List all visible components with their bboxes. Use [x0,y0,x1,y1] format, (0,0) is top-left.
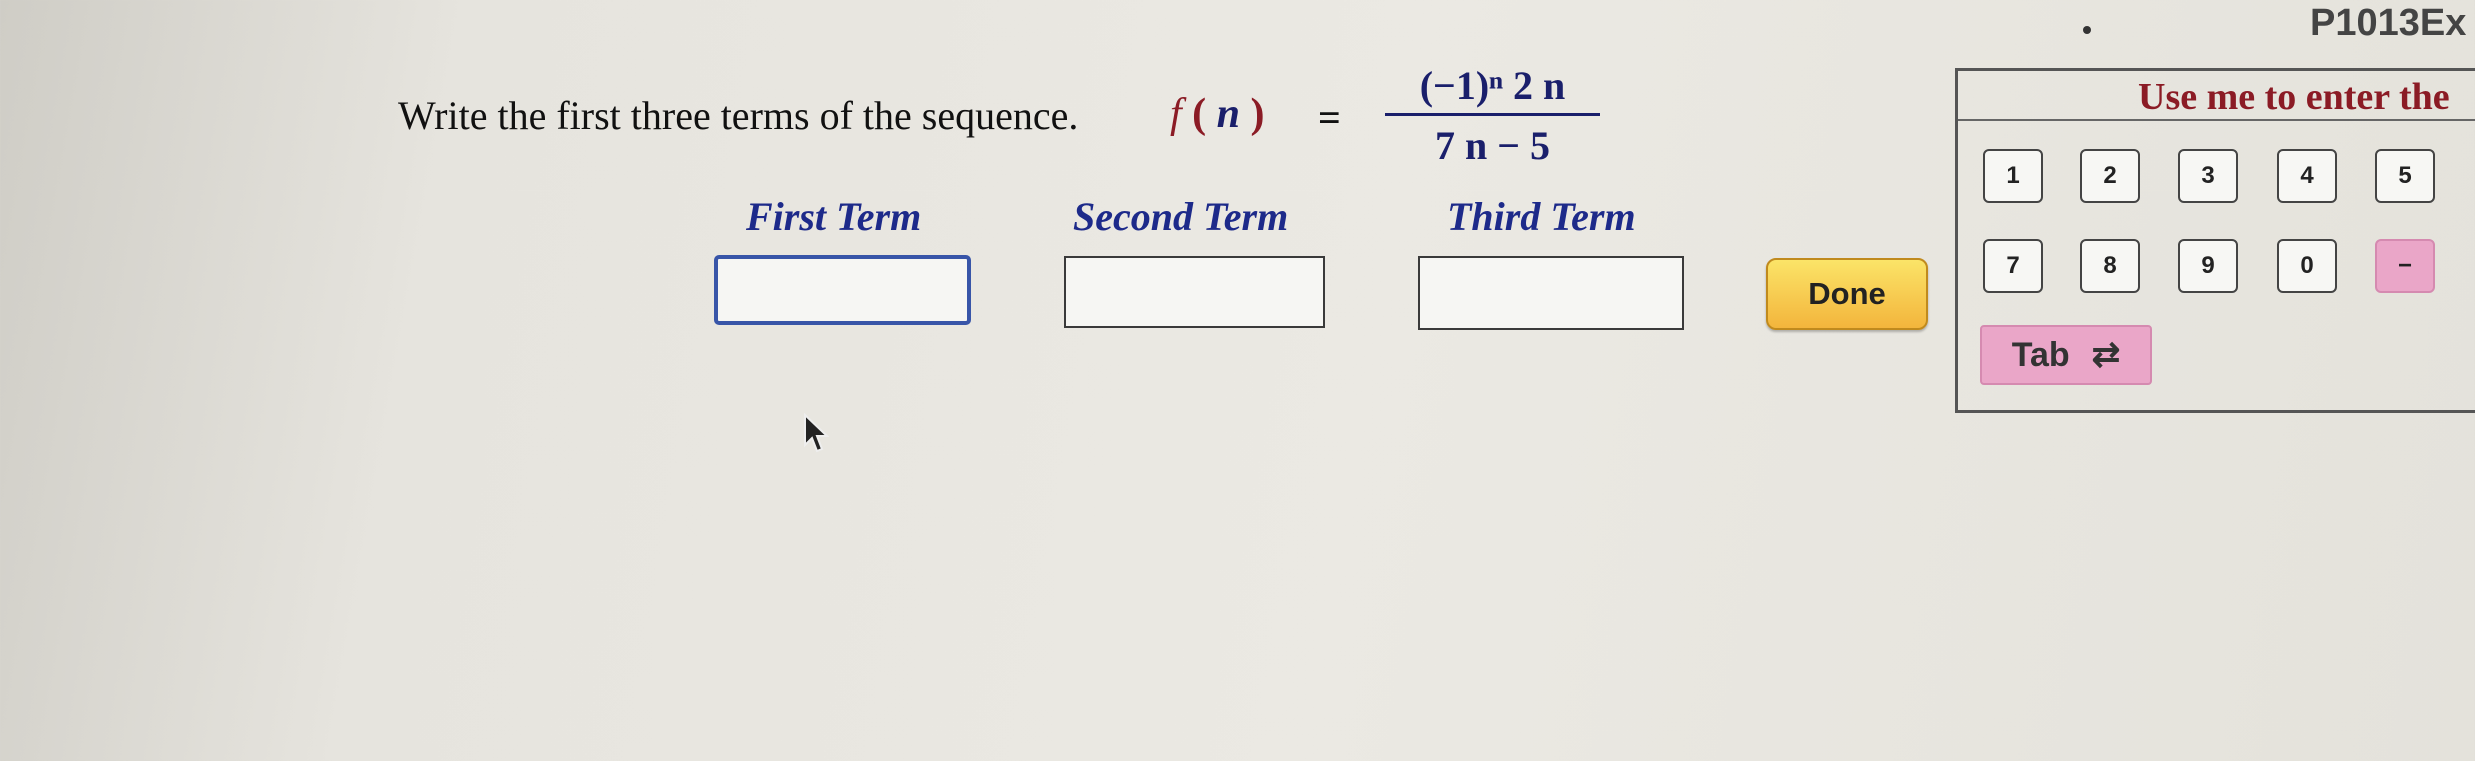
function-notation: f ( n ) [1170,90,1265,138]
second-term-input[interactable] [1064,256,1325,328]
third-term-label: Third Term [1447,194,1636,239]
keypad-title: Use me to enter the [2138,76,2450,118]
function-variable: n [1216,91,1241,137]
question-text: Write the first three terms of the seque… [398,93,1079,138]
key-4[interactable]: 4 [2277,149,2337,203]
key-minus[interactable]: − [2375,239,2435,293]
key-3[interactable]: 3 [2178,149,2238,203]
problem-code: P1013Ex [2310,2,2467,44]
tab-label: Tab [2011,335,2070,374]
key-2[interactable]: 2 [2080,149,2140,203]
equals-sign: = [1318,95,1341,140]
keypad-header: Use me to enter the [1958,71,2475,121]
second-term-label: Second Term [1073,194,1289,239]
left-paren: ( [1181,91,1217,137]
key-5[interactable]: 5 [2375,149,2435,203]
key-7[interactable]: 7 [1983,239,2043,293]
key-8[interactable]: 8 [2080,239,2140,293]
first-term-label: First Term [746,194,922,239]
dot-marker [2083,26,2091,34]
mouse-pointer-icon [804,413,829,453]
denominator: 7 n − 5 [1434,123,1551,168]
tab-button[interactable]: Tab ⇄ [1980,325,2152,385]
function-name: f [1170,91,1182,137]
fraction: (−1)ⁿ 2 n 7 n − 5 [1385,62,1600,170]
third-term-input[interactable] [1418,256,1684,330]
done-button[interactable]: Done [1766,258,1928,330]
key-9[interactable]: 9 [2178,239,2238,293]
numerator: (−1)ⁿ 2 n [1419,63,1566,108]
first-term-input[interactable] [714,255,971,325]
key-1[interactable]: 1 [1983,149,2043,203]
key-0[interactable]: 0 [2277,239,2337,293]
right-paren: ) [1240,91,1265,137]
fraction-bar [1385,113,1600,116]
tab-arrows-icon: ⇄ [2091,336,2121,374]
